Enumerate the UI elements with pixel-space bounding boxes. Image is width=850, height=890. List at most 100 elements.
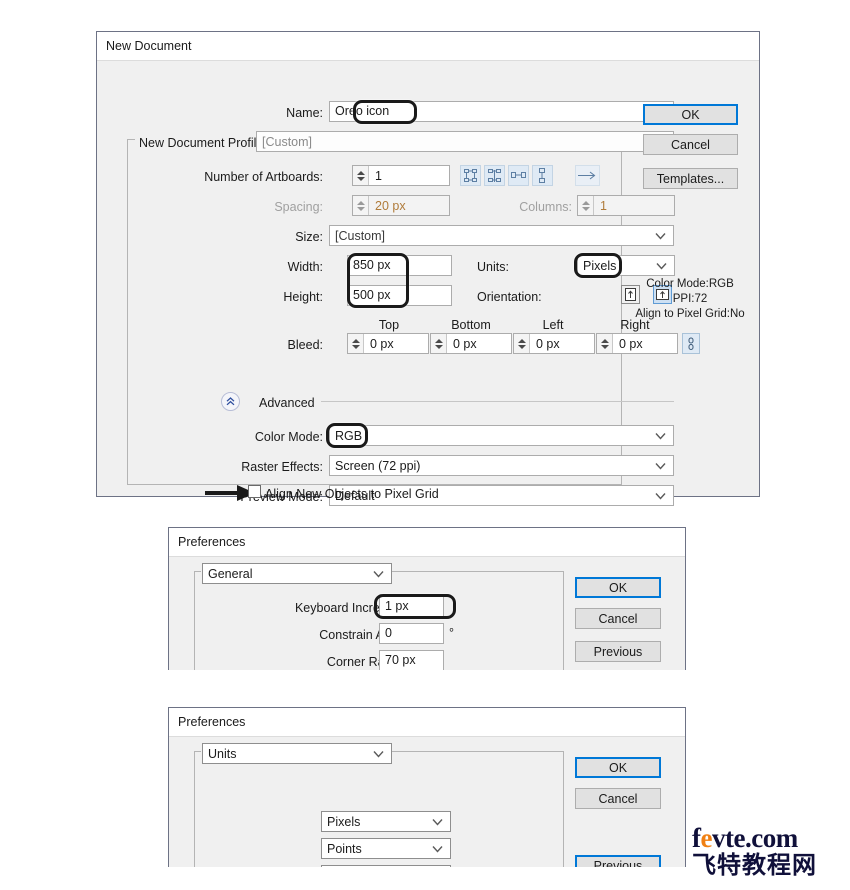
align-pixel-grid-label: Align New Objects to Pixel Grid xyxy=(265,487,439,501)
height-input[interactable]: 500 px xyxy=(347,285,452,306)
screenshot-root: New Document Name: Oreo icon New Documen… xyxy=(0,0,850,890)
name-input[interactable]: Oreo icon xyxy=(329,101,674,122)
bleed-bottom-header: Bottom xyxy=(451,318,491,332)
preferences-category-select-general[interactable]: General xyxy=(202,563,392,584)
width-label: Width: xyxy=(287,260,323,274)
preferences-units-titlebar: Preferences xyxy=(169,708,685,737)
document-info-block: Color Mode:RGB PPI:72 Align to Pixel Gri… xyxy=(625,277,755,322)
color-mode-value: RGB xyxy=(335,428,363,443)
grid-by-row-icon xyxy=(463,168,477,182)
bleed-right-value: 0 px xyxy=(619,336,643,351)
advanced-divider xyxy=(321,401,674,402)
preferences-category-value-units: Units xyxy=(208,746,237,761)
raster-effects-select[interactable]: Screen (72 ppi) xyxy=(329,455,674,476)
columns-stepper[interactable]: 1 xyxy=(577,195,675,216)
new-document-title: New Document xyxy=(106,39,192,53)
bleed-top-stepper-buttons[interactable] xyxy=(348,334,364,353)
arrange-grid-by-row-button[interactable] xyxy=(460,165,481,186)
corner-radius-input[interactable]: 70 px xyxy=(379,650,444,670)
raster-effects-value: Screen (72 ppi) xyxy=(335,458,421,473)
link-icon xyxy=(688,337,694,350)
columns-stepper-buttons[interactable] xyxy=(578,196,594,215)
bleed-left-header: Left xyxy=(542,318,564,332)
bleed-right-stepper-buttons[interactable] xyxy=(597,334,613,353)
units-general-select[interactable]: Pixels xyxy=(321,811,451,832)
size-select[interactable]: [Custom] xyxy=(329,225,674,246)
profile-select[interactable]: [Custom] xyxy=(256,131,674,152)
bleed-label: Bleed: xyxy=(287,338,323,352)
constrain-angle-degree-symbol: ° xyxy=(449,626,454,640)
artboards-stepper-buttons[interactable] xyxy=(353,166,369,185)
arrange-grid-by-column-button[interactable] xyxy=(484,165,505,186)
profile-value: [Custom] xyxy=(262,134,313,149)
spacing-value: 20 px xyxy=(375,198,406,213)
spacing-label: Spacing: xyxy=(274,200,323,214)
bleed-bottom-value: 0 px xyxy=(453,336,477,351)
preferences-general-ok-button[interactable]: OK xyxy=(575,577,661,598)
bleed-bottom-stepper[interactable]: 0 px xyxy=(430,333,512,354)
chevron-double-up-icon xyxy=(226,397,235,406)
color-mode-label: Color Mode: xyxy=(254,430,323,444)
artboards-label: Number of Artboards: xyxy=(204,170,323,184)
constrain-angle-input[interactable]: 0 xyxy=(379,623,444,644)
watermark-chinese: 飞特教程网 xyxy=(692,851,817,879)
chevron-down-icon xyxy=(655,232,666,239)
preferences-general-cancel-button[interactable]: Cancel xyxy=(575,608,661,629)
units-label: Units: xyxy=(477,260,509,274)
artboards-stepper[interactable]: 1 xyxy=(352,165,450,186)
new-document-cancel-button[interactable]: Cancel xyxy=(643,134,738,155)
preferences-units-body: Units General: Pixels Stroke: Points Typ… xyxy=(169,737,685,867)
bleed-right-stepper[interactable]: 0 px xyxy=(596,333,678,354)
advanced-label: Advanced xyxy=(259,396,315,410)
new-document-templates-button[interactable]: Templates... xyxy=(643,168,738,189)
keyboard-increment-input[interactable]: 1 px xyxy=(379,596,444,617)
color-mode-select[interactable]: RGB xyxy=(329,425,674,446)
bleed-link-button[interactable] xyxy=(682,333,700,354)
preferences-units-cancel-button[interactable]: Cancel xyxy=(575,788,661,809)
size-value: [Custom] xyxy=(335,228,386,243)
align-pixel-grid-checkbox[interactable] xyxy=(248,485,261,498)
arrow-right-icon xyxy=(578,171,596,180)
preferences-category-select-units[interactable]: Units xyxy=(202,743,392,764)
info-color-mode: Color Mode:RGB xyxy=(646,278,734,290)
bleed-left-value: 0 px xyxy=(536,336,560,351)
new-document-titlebar: New Document xyxy=(97,32,759,61)
advanced-toggle[interactable] xyxy=(221,392,240,411)
units-type-select[interactable]: Points xyxy=(321,865,451,867)
preferences-general-previous-button[interactable]: Previous xyxy=(575,641,661,662)
units-general-value: Pixels xyxy=(327,814,361,829)
bleed-top-stepper[interactable]: 0 px xyxy=(347,333,429,354)
preferences-units-ok-button[interactable]: OK xyxy=(575,757,661,778)
grid-by-column-icon xyxy=(487,168,501,182)
watermark: fevte.com 飞特教程网 xyxy=(692,824,817,878)
preferences-general-titlebar: Preferences xyxy=(169,528,685,557)
bleed-left-stepper-buttons[interactable] xyxy=(514,334,530,353)
spacing-stepper[interactable]: 20 px xyxy=(352,195,450,216)
orientation-label: Orientation: xyxy=(477,290,542,304)
units-select[interactable]: Pixels xyxy=(577,255,675,276)
width-input[interactable]: 850 px xyxy=(347,255,452,276)
new-document-body: Name: Oreo icon New Document Profile: [C… xyxy=(97,61,759,506)
name-label: Name: xyxy=(286,106,323,120)
watermark-domain-part2: vte.com xyxy=(711,823,798,853)
watermark-domain-accent: e xyxy=(700,823,713,853)
bleed-top-header: Top xyxy=(378,318,400,332)
chevron-down-icon xyxy=(373,570,384,577)
arrange-by-row-button[interactable] xyxy=(508,165,529,186)
new-document-ok-button[interactable]: OK xyxy=(643,104,738,125)
preferences-units-previous-button[interactable]: Previous xyxy=(575,855,661,867)
bleed-left-stepper[interactable]: 0 px xyxy=(513,333,595,354)
artboard-direction-button[interactable] xyxy=(575,165,600,186)
raster-effects-label: Raster Effects: xyxy=(241,460,323,474)
chevron-down-icon xyxy=(432,818,443,825)
units-stroke-select[interactable]: Points xyxy=(321,838,451,859)
spacing-stepper-buttons[interactable] xyxy=(353,196,369,215)
chevron-down-icon xyxy=(655,462,666,469)
arrange-by-column-button[interactable] xyxy=(532,165,553,186)
chevron-down-icon xyxy=(656,262,667,269)
chevron-down-icon xyxy=(432,845,443,852)
bleed-top-value: 0 px xyxy=(370,336,394,351)
watermark-domain: fevte.com xyxy=(692,824,817,852)
bleed-bottom-stepper-buttons[interactable] xyxy=(431,334,447,353)
chevron-down-icon xyxy=(655,432,666,439)
